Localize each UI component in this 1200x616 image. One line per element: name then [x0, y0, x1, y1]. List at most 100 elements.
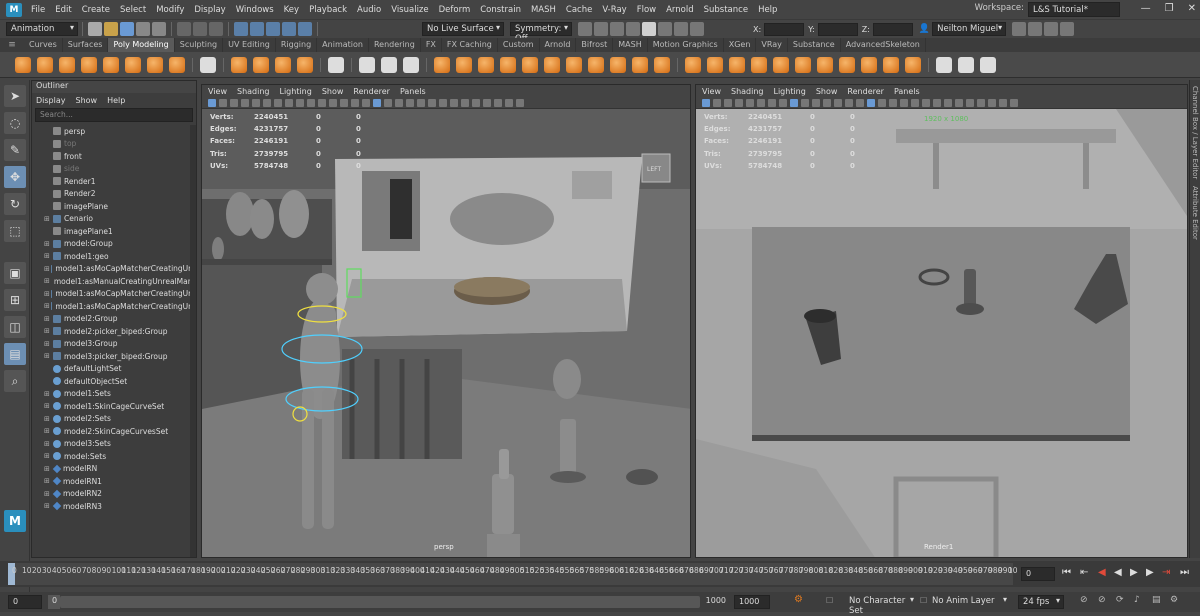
collapse-icon[interactable] [654, 56, 670, 73]
outliner-item[interactable]: ⊞ model:Sets [32, 450, 196, 463]
menu-arnold[interactable]: Arnold [661, 5, 699, 15]
append-icon[interactable] [478, 56, 494, 73]
expand-icon[interactable]: ⊞ [44, 502, 52, 510]
isolate-select-icon[interactable] [943, 98, 952, 107]
shelf-tab-rigging[interactable]: Rigging [276, 38, 318, 52]
outliner-item[interactable]: ⊞ modelRN [32, 463, 196, 476]
shelf-tab-arnold[interactable]: Arnold [540, 38, 577, 52]
outliner-scrollbar[interactable] [190, 125, 196, 557]
viewport-persp[interactable]: View Shading Lighting Show Renderer Panels LE… [201, 84, 691, 558]
fill-hole-icon[interactable] [500, 56, 516, 73]
viewport-menu-view[interactable]: View [702, 87, 721, 96]
lasso-tool-icon[interactable]: ◌ [4, 112, 26, 134]
anti-aliasing-icon[interactable] [921, 98, 930, 107]
layout-uv-icon[interactable] [883, 56, 899, 73]
render-view-icon[interactable] [642, 22, 656, 36]
shelf-tab-animation[interactable]: Animation [317, 38, 369, 52]
scale-tool-icon[interactable]: ⬚ [4, 220, 26, 242]
menu-modify[interactable]: Modify [151, 5, 189, 15]
expand-icon[interactable]: ⊞ [44, 465, 52, 473]
maya-home-icon[interactable]: M [4, 510, 26, 532]
shelf-tab-substance[interactable]: Substance [788, 38, 841, 52]
outliner-menu-help[interactable]: Help [107, 96, 125, 105]
expand-icon[interactable]: ⊞ [44, 327, 52, 335]
snap-view-plane-icon[interactable] [282, 22, 296, 36]
outliner-item[interactable]: Render2 [32, 188, 196, 201]
outliner-item[interactable]: ⊞ model3:picker_biped:Group [32, 350, 196, 363]
auto-key-icon[interactable]: ⊘ [1080, 595, 1088, 605]
lights-icon[interactable] [383, 98, 392, 107]
character-set-dropdown[interactable]: No Character Set [845, 595, 917, 616]
xray-icon[interactable] [460, 98, 469, 107]
shelf-tab-xgen[interactable]: XGen [724, 38, 757, 52]
expand-icon[interactable]: ⊞ [44, 252, 52, 260]
arnold-render-icon[interactable] [658, 22, 672, 36]
anti-aliasing-icon[interactable] [427, 98, 436, 107]
close-icon[interactable]: ✕ [1188, 3, 1196, 14]
move-tool-icon[interactable]: ✥ [4, 166, 26, 188]
outliner-menu-display[interactable]: Display [36, 96, 66, 105]
step-forward-key-icon[interactable]: ⇥ [1162, 567, 1170, 578]
bevel-icon[interactable] [522, 56, 538, 73]
viewport-menu-shading[interactable]: Shading [731, 87, 764, 96]
menu-playback[interactable]: Playback [304, 5, 352, 15]
gate-mask-icon[interactable] [306, 98, 315, 107]
offset-edge-loop-icon[interactable] [588, 56, 604, 73]
cut-uv-icon[interactable] [839, 56, 855, 73]
textured-icon[interactable] [866, 98, 875, 107]
shadows-icon[interactable] [888, 98, 897, 107]
depth-of-field-icon[interactable] [438, 98, 447, 107]
outliner-item[interactable]: top [32, 138, 196, 151]
wireframe-icon[interactable] [844, 98, 853, 107]
image-plane-icon[interactable] [240, 98, 249, 107]
motion-blur-icon[interactable] [416, 98, 425, 107]
play-back-icon[interactable]: ◀ [1114, 567, 1122, 578]
range-bar[interactable] [60, 596, 700, 608]
reduce-icon[interactable] [773, 56, 789, 73]
color-management-icon[interactable] [1009, 98, 1018, 107]
menu-key[interactable]: Key [279, 5, 304, 15]
sound-icon[interactable]: ♪ [1134, 595, 1140, 605]
outliner-item[interactable]: ⊞ model1:asManualCreatingUnrealMann [32, 275, 196, 288]
shelf-tab-curves[interactable]: Curves [24, 38, 63, 52]
separate-icon[interactable] [359, 56, 375, 73]
viewport-menu-lighting[interactable]: Lighting [773, 87, 805, 96]
menu-constrain[interactable]: Constrain [475, 5, 526, 15]
snap-point-icon[interactable] [266, 22, 280, 36]
shelf-tab-mash[interactable]: MASH [613, 38, 648, 52]
film-gate-icon[interactable] [778, 98, 787, 107]
viewport-menu-renderer[interactable]: Renderer [353, 87, 390, 96]
outliner-item[interactable]: ⊞ model3:Sets [32, 438, 196, 451]
viewport-menu-show[interactable]: Show [322, 87, 344, 96]
bookmark-icon[interactable]: ▤ [1152, 595, 1161, 605]
poly-sphere-icon[interactable] [15, 56, 31, 73]
gamma-icon[interactable] [998, 98, 1007, 107]
loop-icon[interactable]: ⟳ [1116, 595, 1124, 605]
exposure-icon[interactable] [493, 98, 502, 107]
viewport-menu-view[interactable]: View [208, 87, 227, 96]
color-management-icon[interactable] [515, 98, 524, 107]
poly-cube-icon[interactable] [37, 56, 53, 73]
save-scene-icon[interactable] [120, 22, 134, 36]
two-pane-icon[interactable]: ◫ [4, 316, 26, 338]
outliner-item[interactable]: ⊞ model1:asMoCapMatcherCreatingUnr [32, 263, 196, 276]
viewport-menu-shading[interactable]: Shading [237, 87, 270, 96]
poly-disc-icon[interactable] [147, 56, 163, 73]
attribute-editor-tab[interactable]: Attribute Editor [1191, 186, 1199, 240]
outliner-item[interactable]: ⊞ model1:geo [32, 250, 196, 263]
render-icon[interactable] [578, 22, 592, 36]
target-weld-icon[interactable] [610, 56, 626, 73]
playback-prefs-icon[interactable]: ⊘ [1098, 595, 1106, 605]
expand-icon[interactable]: ⊞ [44, 302, 50, 310]
camera-attributes-icon[interactable] [712, 98, 721, 107]
image-plane-icon[interactable] [734, 98, 743, 107]
attribute-editor-icon[interactable] [1060, 22, 1075, 36]
isolate-select-icon[interactable] [449, 98, 458, 107]
lights-icon[interactable] [877, 98, 886, 107]
open-scene-icon[interactable] [104, 22, 118, 36]
expand-icon[interactable]: ⊞ [44, 290, 50, 298]
safe-title-icon[interactable] [833, 98, 842, 107]
outliner-item[interactable]: side [32, 163, 196, 176]
user-dropdown[interactable]: Neilton Miguel [932, 22, 1007, 36]
outliner-item[interactable]: ⊞ modelRN3 [32, 500, 196, 513]
